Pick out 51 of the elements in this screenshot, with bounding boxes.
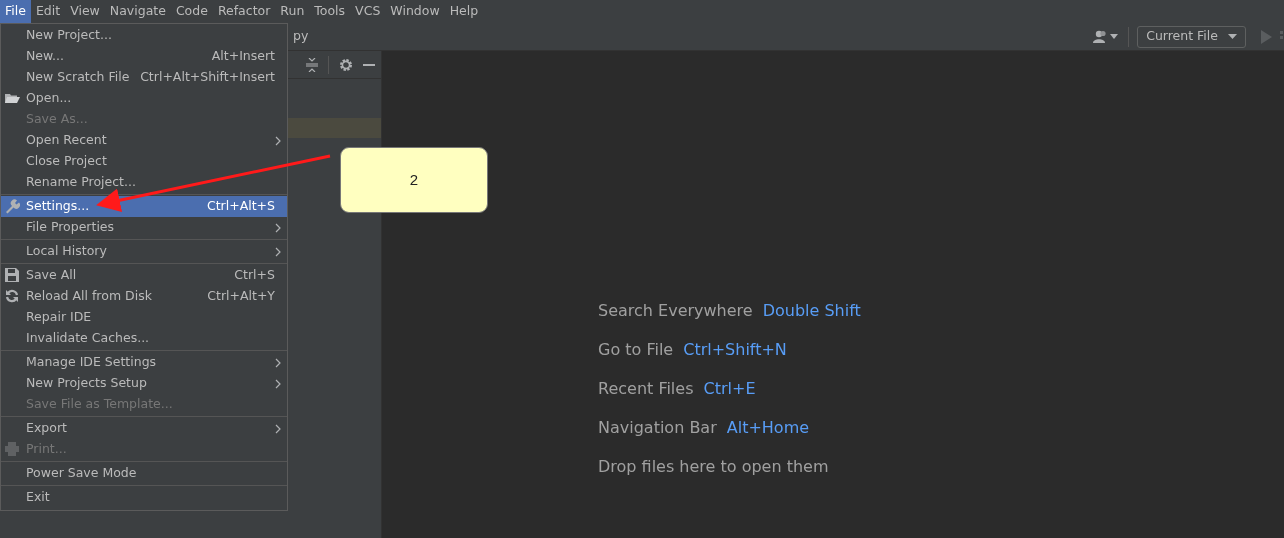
- hint-label: Go to File: [598, 339, 674, 359]
- run-config-dropdown[interactable]: Current File: [1137, 25, 1246, 48]
- caret-icon: [1228, 34, 1237, 39]
- shortcut-link[interactable]: Ctrl+E: [703, 377, 756, 398]
- hint-label: Search Everywhere: [598, 300, 753, 320]
- menu-item[interactable]: Run: [275, 0, 310, 23]
- hint-label: Recent Files: [598, 378, 694, 398]
- menu-entry[interactable]: Close Project: [1, 151, 287, 172]
- shortcut-link[interactable]: Ctrl+Shift+N: [683, 338, 787, 359]
- menu-entry[interactable]: Rename Project...: [1, 172, 287, 193]
- menu-item[interactable]: Help: [444, 0, 484, 23]
- menu-entry[interactable]: New Projects Setup: [1, 373, 287, 394]
- menu-item[interactable]: Code: [170, 0, 213, 23]
- menu-item[interactable]: View: [65, 0, 105, 23]
- menu-item[interactable]: Refactor: [212, 0, 276, 23]
- menu-entry[interactable]: Exit: [1, 487, 287, 508]
- shortcut-link[interactable]: Alt+Home: [726, 416, 810, 437]
- menu-item[interactable]: Edit: [30, 0, 66, 23]
- menu-item[interactable]: File: [0, 0, 31, 23]
- menu-entry[interactable]: Reload All from Disk Ctrl+Alt+Y: [1, 286, 287, 307]
- menu-entry[interactable]: Open...: [1, 88, 287, 109]
- callout-note: 2: [340, 147, 488, 213]
- menu-item[interactable]: Window: [385, 0, 445, 23]
- menu-entry[interactable]: Open Recent: [1, 130, 287, 151]
- shortcut-link[interactable]: Double Shift: [762, 299, 861, 320]
- folder-icon: [5, 91, 20, 106]
- menu-entry[interactable]: Invalidate Caches...: [1, 328, 287, 349]
- menu-entry[interactable]: Export: [1, 418, 287, 439]
- menu-entry[interactable]: Settings... Ctrl+Alt+S: [1, 196, 287, 217]
- menu-item[interactable]: VCS: [350, 0, 386, 23]
- menu-item[interactable]: Navigate: [104, 0, 171, 23]
- caret-icon: [1110, 34, 1119, 39]
- menu-entry[interactable]: New Project...: [1, 25, 287, 46]
- settings-icon[interactable]: [339, 57, 353, 72]
- menu-entry[interactable]: Local History: [1, 241, 287, 262]
- breadcrumb-text[interactable]: py: [293, 27, 309, 46]
- collapse-icon[interactable]: [306, 57, 318, 72]
- users-icon: [1093, 30, 1108, 43]
- wrench-icon: [5, 199, 20, 214]
- menu-entry[interactable]: Manage IDE Settings: [1, 352, 287, 373]
- menu-entry[interactable]: Repair IDE: [1, 307, 287, 328]
- hint-label: Navigation Bar: [598, 417, 717, 437]
- menu-entry[interactable]: File Properties: [1, 217, 287, 238]
- menu-item[interactable]: Tools: [309, 0, 351, 23]
- hint-label: Drop files here to open them: [598, 456, 829, 476]
- reload-icon: [5, 289, 20, 304]
- menu-entry[interactable]: Save All Ctrl+S: [1, 265, 287, 286]
- menu-entry[interactable]: New... Alt+Insert: [1, 46, 287, 67]
- user-button[interactable]: [1093, 30, 1119, 43]
- menu-entry[interactable]: Power Save Mode: [1, 463, 287, 484]
- menu-entry[interactable]: New Scratch File Ctrl+Alt+Shift+Insert: [1, 67, 287, 88]
